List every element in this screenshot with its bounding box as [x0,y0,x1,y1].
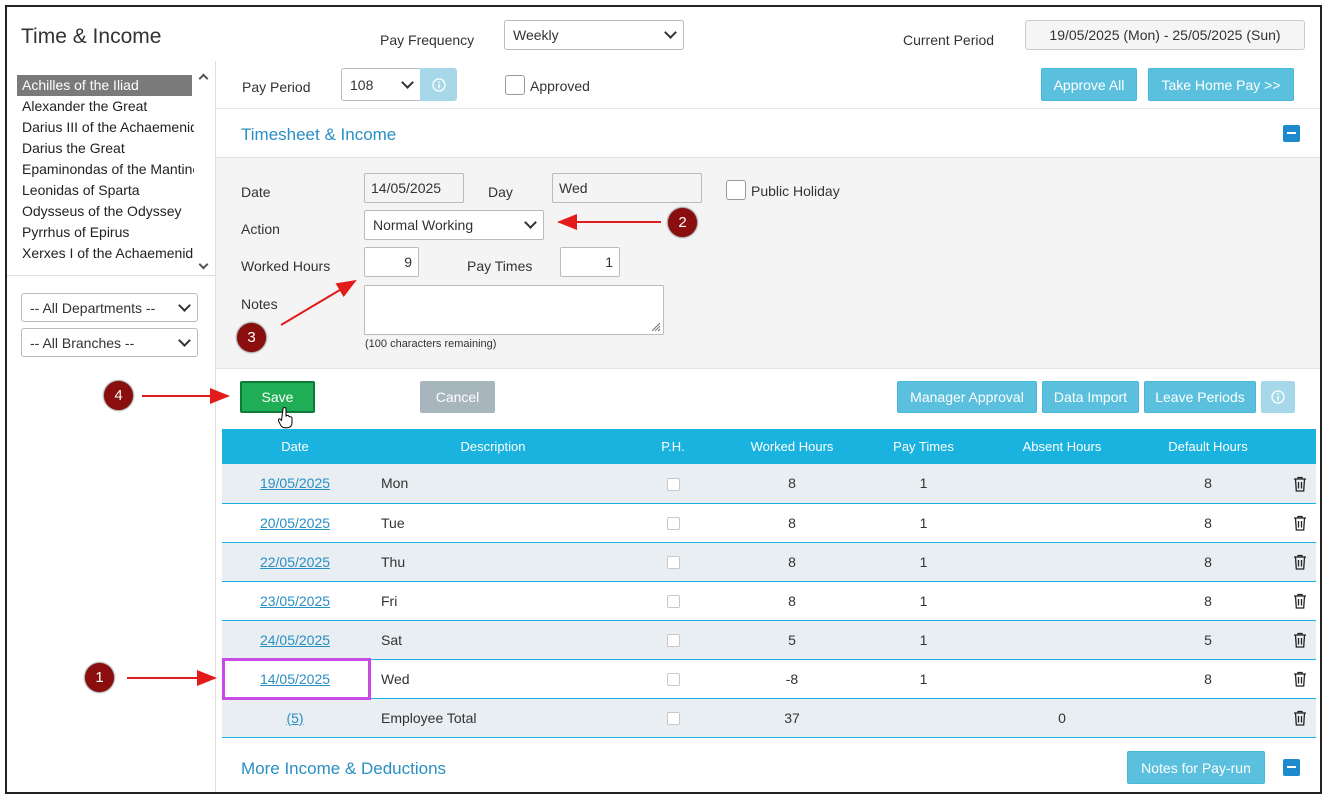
annotation-arrow-3 [280,279,357,326]
annotation-arrows [127,214,661,686]
app-window: Time & Income Pay Frequency Weekly Curre… [5,5,1322,794]
